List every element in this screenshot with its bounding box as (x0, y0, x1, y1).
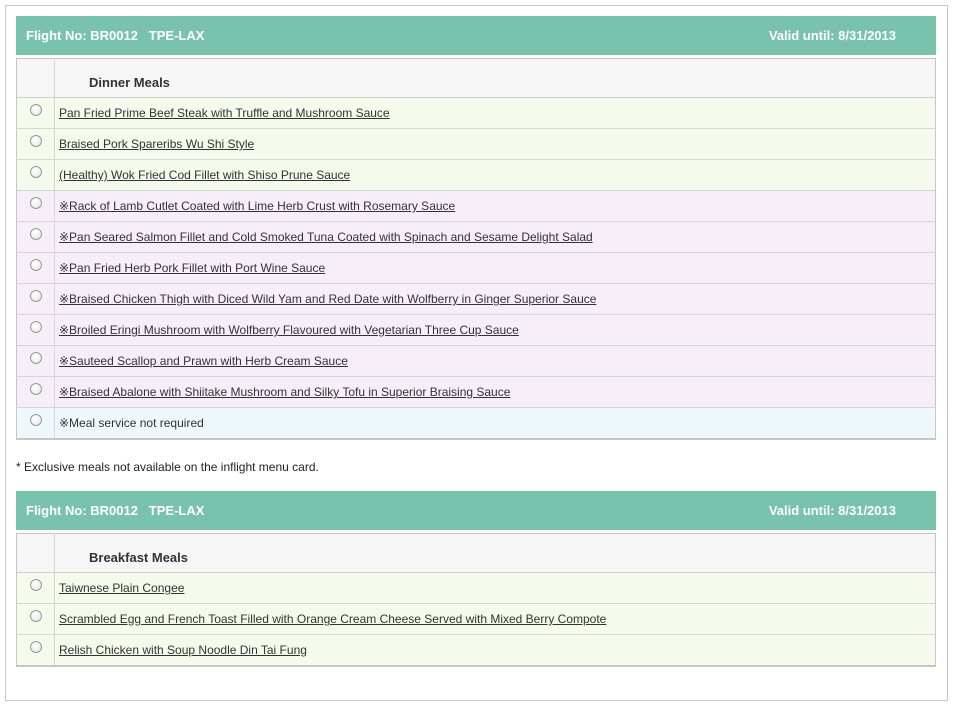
breakfast-meals-table: Breakfast Meals Taiwnese Plain Congee Sc… (16, 533, 936, 667)
meal-radio[interactable] (29, 609, 42, 622)
flight-number: Flight No: BR0012 TPE-LAX (26, 503, 205, 518)
meal-row-exclusive[interactable]: ※Pan Seared Salmon Fillet and Cold Smoke… (16, 221, 936, 253)
meal-radio[interactable] (29, 382, 42, 395)
meal-link[interactable]: ※Rack of Lamb Cutlet Coated with Lime He… (59, 199, 455, 213)
meal-row-exclusive[interactable]: ※Broiled Eringi Mushroom with Wolfberry … (16, 314, 936, 346)
meal-radio[interactable] (29, 165, 42, 178)
meal-radio[interactable] (29, 227, 42, 240)
meal-row[interactable]: (Healthy) Wok Fried Cod Fillet with Shis… (16, 159, 936, 191)
meal-row[interactable]: Braised Pork Spareribs Wu Shi Style (16, 128, 936, 160)
meal-label: ※Meal service not required (59, 415, 204, 430)
meal-link[interactable]: Pan Fried Prime Beef Steak with Truffle … (59, 106, 390, 120)
meal-radio[interactable] (29, 413, 42, 426)
meal-radio[interactable] (29, 134, 42, 147)
meal-row[interactable]: Pan Fried Prime Beef Steak with Truffle … (16, 97, 936, 129)
meal-row[interactable]: Relish Chicken with Soup Noodle Din Tai … (16, 634, 936, 666)
meal-link[interactable]: ※Broiled Eringi Mushroom with Wolfberry … (59, 323, 519, 337)
meal-row-exclusive[interactable]: ※Sauteed Scallop and Prawn with Herb Cre… (16, 345, 936, 377)
meal-radio[interactable] (29, 351, 42, 364)
table-header-row: Dinner Meals (16, 58, 936, 98)
section-title: Dinner Meals (54, 58, 936, 98)
valid-until: Valid until: 8/31/2013 (768, 28, 896, 43)
meal-link[interactable]: ※Sauteed Scallop and Prawn with Herb Cre… (59, 354, 348, 368)
meal-radio[interactable] (29, 258, 42, 271)
meal-row-exclusive[interactable]: ※Braised Chicken Thigh with Diced Wild Y… (16, 283, 936, 315)
dinner-meals-table: Dinner Meals Pan Fried Prime Beef Steak … (16, 58, 936, 440)
meal-link[interactable]: Braised Pork Spareribs Wu Shi Style (59, 137, 254, 151)
meal-radio[interactable] (29, 320, 42, 333)
meal-row-exclusive[interactable]: ※Rack of Lamb Cutlet Coated with Lime He… (16, 190, 936, 222)
meal-link[interactable]: ※Braised Chicken Thigh with Diced Wild Y… (59, 292, 596, 306)
meal-link[interactable]: Taiwnese Plain Congee (59, 581, 184, 595)
meal-radio[interactable] (29, 289, 42, 302)
table-header-row: Breakfast Meals (16, 533, 936, 573)
meal-radio[interactable] (29, 640, 42, 653)
section-title: Breakfast Meals (54, 533, 936, 573)
meal-row[interactable]: Scrambled Egg and French Toast Filled wi… (16, 603, 936, 635)
meal-row-exclusive[interactable]: ※Braised Abalone with Shiitake Mushroom … (16, 376, 936, 408)
meal-radio[interactable] (29, 196, 42, 209)
meal-link[interactable]: Relish Chicken with Soup Noodle Din Tai … (59, 643, 307, 657)
meal-radio[interactable] (29, 103, 42, 116)
flight-number: Flight No: BR0012 TPE-LAX (26, 28, 205, 43)
meal-link[interactable]: (Healthy) Wok Fried Cod Fillet with Shis… (59, 168, 350, 182)
dinner-flight-header: Flight No: BR0012 TPE-LAX Valid until: 8… (16, 16, 936, 55)
breakfast-flight-header: Flight No: BR0012 TPE-LAX Valid until: 8… (16, 491, 936, 530)
valid-until: Valid until: 8/31/2013 (768, 503, 896, 518)
meal-row[interactable]: Taiwnese Plain Congee (16, 572, 936, 604)
meal-row-exclusive[interactable]: ※Pan Fried Herb Pork Fillet with Port Wi… (16, 252, 936, 284)
meal-radio[interactable] (29, 578, 42, 591)
meal-link[interactable]: ※Pan Fried Herb Pork Fillet with Port Wi… (59, 261, 325, 275)
meal-link[interactable]: Scrambled Egg and French Toast Filled wi… (59, 612, 606, 626)
meal-link[interactable]: ※Braised Abalone with Shiitake Mushroom … (59, 385, 510, 399)
exclusive-meals-note: * Exclusive meals not available on the i… (16, 460, 319, 474)
meal-link[interactable]: ※Pan Seared Salmon Fillet and Cold Smoke… (59, 230, 593, 244)
meal-row-no-service[interactable]: ※Meal service not required (16, 407, 936, 439)
